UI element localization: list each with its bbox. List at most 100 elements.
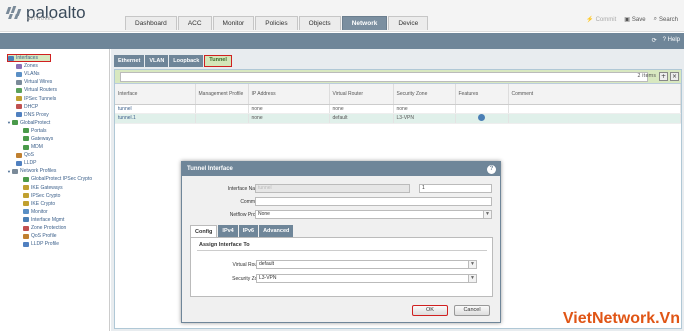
paloalto-logo-icon <box>5 5 23 21</box>
col-interface[interactable]: Interface <box>115 84 196 105</box>
sidebar-item-ipsec-crypto[interactable]: IPSec Crypto <box>7 192 109 200</box>
sidebar-item-qos[interactable]: QoS <box>7 151 109 159</box>
commit-label: Commit <box>595 16 617 23</box>
subtab-ethernet[interactable]: Ethernet <box>114 55 145 67</box>
col-management-profile[interactable]: Management Profile <box>195 84 249 105</box>
interface-subtabs: Ethernet VLAN Loopback Tunnel <box>114 55 233 67</box>
save-button[interactable]: ▣ Save <box>624 16 645 24</box>
sidebar-item-dhcp[interactable]: DHCP <box>7 103 109 111</box>
sidebar-item-ike-crypto[interactable]: IKE Crypto <box>7 200 109 208</box>
cell-interface[interactable]: tunnel.1 <box>115 113 196 124</box>
globalprotect-icon <box>11 120 18 126</box>
tab-monitor[interactable]: Monitor <box>212 16 255 30</box>
sidebar-item-globalprotect[interactable]: ▼ GlobalProtect <box>7 119 109 127</box>
interfaces-icon <box>8 55 14 61</box>
ok-button[interactable]: OK <box>412 305 448 316</box>
subtab-vlan[interactable]: VLAN <box>145 55 169 67</box>
tab-ipv4[interactable]: IPv4 <box>218 225 238 237</box>
tab-acc[interactable]: ACC <box>177 16 212 30</box>
sidebar-item-ike-gateways[interactable]: IKE Gateways <box>7 184 109 192</box>
cell-mgmt <box>195 113 249 124</box>
cell-mgmt <box>195 104 249 114</box>
add-filter-button[interactable]: + <box>659 72 668 81</box>
sidebar-item-mdm[interactable]: MDM <box>7 143 109 151</box>
tab-advanced[interactable]: Advanced <box>259 225 294 237</box>
group-divider <box>197 250 487 251</box>
ike-crypto-icon <box>23 201 29 207</box>
filter-input[interactable] <box>120 72 648 82</box>
ipsec-crypto-icon <box>23 193 29 199</box>
portals-icon <box>23 128 29 134</box>
top-bar: paloalto NETWORKS Dashboard ACC Monitor … <box>0 0 684 32</box>
sidebar-nav: Interfaces Zones VLANs Virtual Wires Vir… <box>0 49 110 331</box>
dns-proxy-icon <box>16 112 22 118</box>
sidebar-item-dns-proxy[interactable]: DNS Proxy <box>7 111 109 119</box>
col-features[interactable]: Features <box>455 84 509 105</box>
col-comment[interactable]: Comment <box>508 84 681 105</box>
sidebar-item-interface-mgmt[interactable]: Interface Mgmt <box>7 216 109 224</box>
sidebar-item-virtual-wires[interactable]: Virtual Wires <box>7 78 109 86</box>
col-virtual-router[interactable]: Virtual Router <box>329 84 394 105</box>
config-tab-body: Assign Interface To Virtual Router defau… <box>190 237 493 297</box>
tab-device[interactable]: Device <box>388 16 429 30</box>
network-profiles-icon <box>11 168 18 174</box>
interface-suffix-field[interactable]: 1 <box>419 184 492 193</box>
commit-icon: ⚡ <box>586 17 594 23</box>
comment-field[interactable] <box>255 197 492 206</box>
cell-vr: default <box>329 113 394 124</box>
search-button[interactable]: ⌕ Search <box>654 16 678 23</box>
tab-config[interactable]: Config <box>190 225 218 237</box>
col-ip-address[interactable]: IP Address <box>248 84 330 105</box>
virtual-router-row: Virtual Router default ▼ <box>183 260 503 270</box>
logo-subtitle: NETWORKS <box>27 16 55 21</box>
cancel-button[interactable]: Cancel <box>454 305 490 316</box>
commit-button[interactable]: ⚡ Commit <box>586 16 617 24</box>
cell-vr: none <box>329 104 394 114</box>
table-row[interactable]: tunnel none none none <box>115 104 681 114</box>
interface-mgmt-icon <box>23 217 29 223</box>
sidebar-item-vlans[interactable]: VLANs <box>7 70 109 78</box>
col-security-zone[interactable]: Security Zone <box>393 84 456 105</box>
sidebar-item-ipsec-tunnels[interactable]: IPSec Tunnels <box>7 94 109 102</box>
sidebar-item-qos-profile[interactable]: QoS Profile <box>7 232 109 240</box>
table-row[interactable]: tunnel.1 none default L3-VPN <box>115 113 681 124</box>
sidebar-item-zone-protection[interactable]: Zone Protection <box>7 224 109 232</box>
sidebar-item-interfaces[interactable]: Interfaces <box>7 54 51 63</box>
sidebar-item-network-profiles[interactable]: ▼ Network Profiles <box>7 167 109 175</box>
cell-zone: none <box>393 104 456 114</box>
cell-features <box>455 104 509 114</box>
context-bar: ⟳ ? Help <box>0 33 684 49</box>
tab-ipv6[interactable]: IPv6 <box>238 225 259 237</box>
tab-network[interactable]: Network <box>341 16 388 30</box>
sidebar-item-lldp-profile[interactable]: LLDP Profile <box>7 240 109 248</box>
tab-policies[interactable]: Policies <box>255 16 298 30</box>
tab-dashboard[interactable]: Dashboard <box>125 16 177 30</box>
lldp-icon <box>16 160 22 166</box>
sidebar-item-gp-ipsec-crypto[interactable]: GlobalProtect IPSec Crypto <box>7 175 109 183</box>
ipsec-tunnels-icon <box>16 96 22 102</box>
clear-filter-button[interactable]: × <box>670 72 679 81</box>
virtual-router-select[interactable]: default ▼ <box>256 260 477 269</box>
sidebar-item-virtual-routers[interactable]: Virtual Routers <box>7 86 109 94</box>
cell-ip: none <box>248 113 330 124</box>
sidebar-item-gateways[interactable]: Gateways <box>7 135 109 143</box>
cell-interface[interactable]: tunnel <box>115 104 196 114</box>
main-tabs: Dashboard ACC Monitor Policies Objects N… <box>125 16 429 30</box>
security-zone-value: L3-VPN <box>259 275 277 281</box>
subtab-tunnel[interactable]: Tunnel <box>204 55 232 67</box>
tab-objects[interactable]: Objects <box>298 16 341 30</box>
sidebar-item-portals[interactable]: Portals <box>7 127 109 135</box>
sidebar-item-monitor[interactable]: Monitor <box>7 208 109 216</box>
sidebar-item-lldp[interactable]: LLDP <box>7 159 109 167</box>
help-label: Help <box>667 37 680 43</box>
lldp-profile-icon <box>23 241 29 247</box>
help-icon[interactable]: ? <box>487 165 496 174</box>
security-zone-select[interactable]: L3-VPN ▼ <box>256 274 477 283</box>
refresh-icon[interactable]: ⟳ <box>652 37 657 44</box>
cell-features <box>455 113 509 124</box>
subtab-loopback[interactable]: Loopback <box>169 55 204 67</box>
help-link[interactable]: ? Help <box>663 37 680 44</box>
netflow-profile-select[interactable]: None ▼ <box>255 210 492 219</box>
dialog-tabs: Config IPv4 IPv6 Advanced <box>190 225 294 237</box>
sidebar-item-zones[interactable]: Zones <box>7 62 109 70</box>
